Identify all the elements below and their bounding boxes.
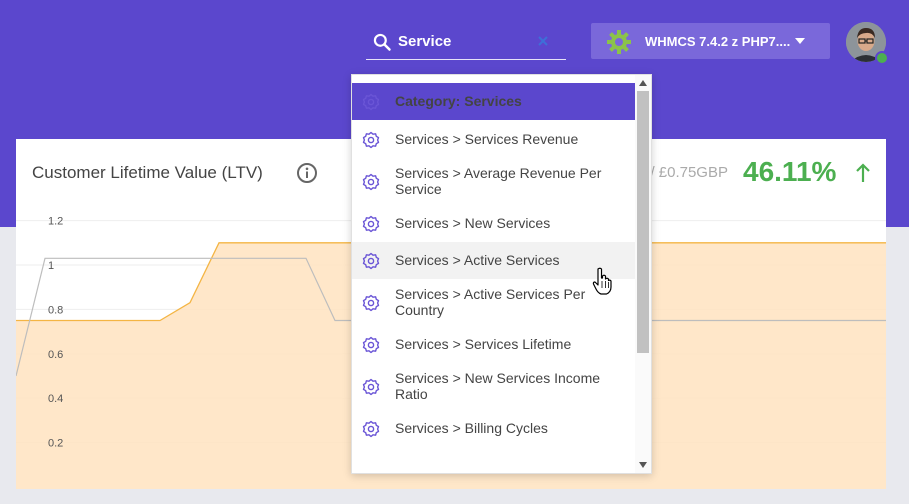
arrow-up-icon (856, 163, 870, 182)
dropdown-item[interactable]: Services > Billing Cycles (352, 410, 635, 447)
scroll-down-icon[interactable] (639, 462, 647, 468)
gear-icon (362, 131, 380, 149)
y-tick-label: 0.8 (48, 304, 63, 316)
gear-icon (362, 294, 380, 312)
card-title: Customer Lifetime Value (LTV) (32, 163, 263, 182)
gear-icon (362, 93, 380, 111)
y-tick-label: 0.6 (48, 349, 63, 361)
gear-icon (362, 173, 380, 191)
dropdown-item-label: Services > Services Revenue (395, 131, 579, 147)
gear-icon (362, 252, 380, 270)
chevron-down-icon (795, 38, 805, 44)
dropdown-item-label: Services > Active Services (395, 252, 560, 268)
instance-selector[interactable]: WHMCS 7.4.2 z PHP7.... (591, 23, 830, 59)
info-icon[interactable] (296, 162, 318, 184)
clear-search-icon[interactable] (536, 34, 550, 48)
dropdown-item-label: Services > Average Revenue Per Service (395, 165, 602, 197)
dropdown-item[interactable]: Services > Average Revenue Per Service (352, 158, 635, 206)
dropdown-item-label: Services > New Services Income Ratio (395, 370, 601, 402)
y-tick-label: 0.4 (48, 393, 63, 405)
dropdown-category-header[interactable]: Category: Services (352, 83, 635, 120)
y-tick-label: 1.2 (48, 216, 63, 228)
whmcs-gear-icon (607, 30, 631, 54)
dropdown-item-label: Services > Billing Cycles (395, 420, 548, 436)
search-bar[interactable] (366, 26, 566, 60)
hand-cursor-icon (592, 267, 612, 295)
dropdown-item-label: Services > Active Services Per Country (395, 286, 586, 318)
dropdown-item-label: Category: Services (395, 93, 522, 109)
search-input[interactable] (398, 30, 528, 52)
y-tick-label: 0.2 (48, 438, 63, 450)
dropdown-item[interactable]: Services > New Services Income Ratio (352, 363, 635, 411)
gear-icon (362, 420, 380, 438)
dropdown-item-label: Services > New Services (395, 215, 551, 231)
dropdown-item-label: Services > Services Lifetime (395, 336, 572, 352)
dropdown-item[interactable]: Services > Services Revenue (352, 121, 635, 158)
gear-icon (362, 215, 380, 233)
y-tick-label: 1 (48, 260, 54, 272)
dropdown-item[interactable]: Services > New Services (352, 205, 635, 242)
scrollbar-thumb[interactable] (637, 91, 649, 353)
gear-icon (362, 378, 380, 396)
instance-label: WHMCS 7.4.2 z PHP7.... (645, 34, 791, 49)
online-status-dot (875, 51, 889, 65)
search-icon (373, 33, 391, 51)
dropdown-item[interactable]: Services > Services Lifetime (352, 326, 635, 363)
scroll-up-icon[interactable] (639, 80, 647, 86)
gear-icon (362, 336, 380, 354)
growth-percentage: 46.11% (743, 156, 837, 187)
